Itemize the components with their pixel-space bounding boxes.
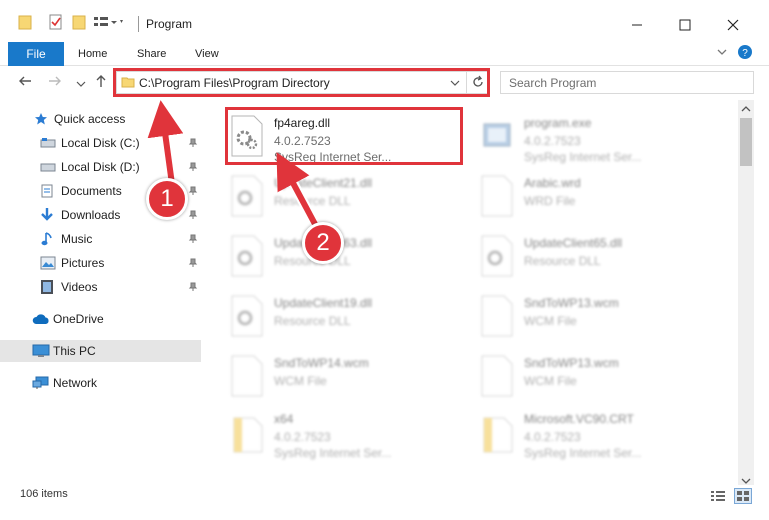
- annotation-arrows: [147, 100, 321, 229]
- callout-badge-2: 2: [302, 222, 344, 264]
- arrow-2-fill: [276, 152, 319, 228]
- callout-badge-1: 1: [146, 178, 188, 220]
